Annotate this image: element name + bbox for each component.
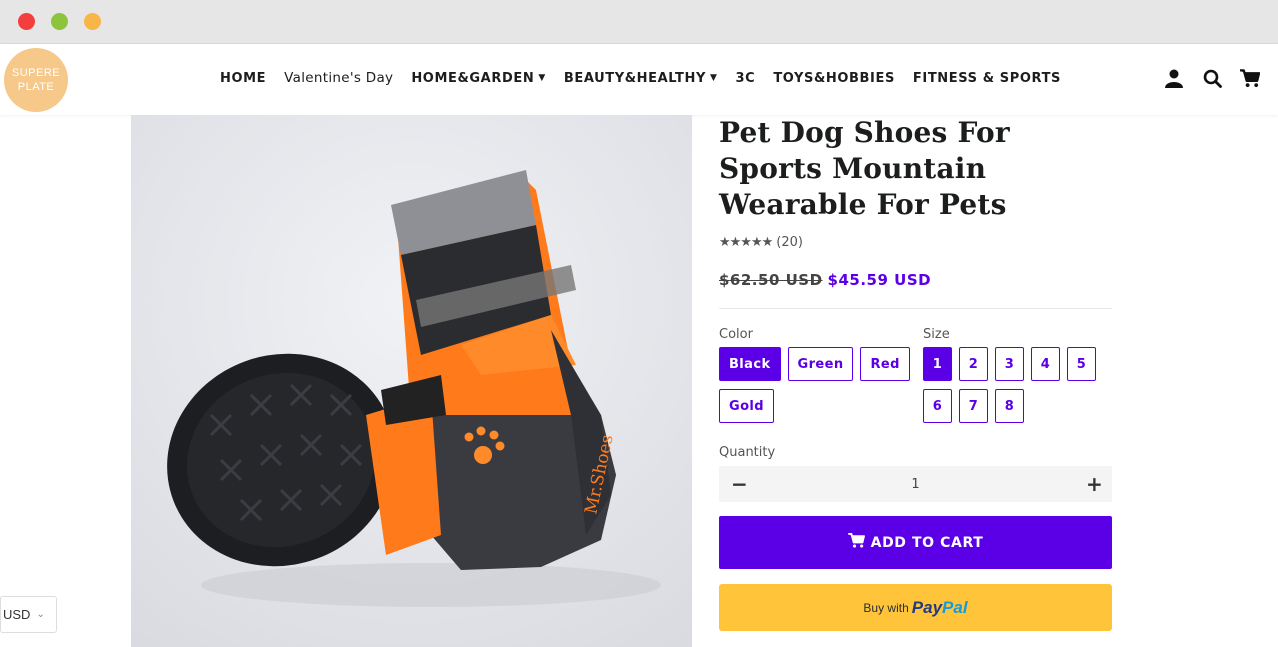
- product-rating[interactable]: ★★★★★ (20): [719, 235, 1112, 250]
- size-swatch-3[interactable]: 3: [995, 347, 1024, 381]
- color-label: Color: [719, 327, 753, 342]
- main-nav: HOME Valentine's Day HOME&GARDEN ▼ BEAUTY…: [220, 70, 1079, 86]
- close-window-button[interactable]: [18, 13, 35, 30]
- color-swatch-gold[interactable]: Gold: [719, 389, 774, 423]
- window-titlebar: [0, 0, 1278, 44]
- nav-item-toys-hobbies[interactable]: TOYS&HOBBIES: [773, 70, 895, 86]
- add-to-cart-button[interactable]: ADD TO CART: [719, 516, 1112, 569]
- nav-item-3c[interactable]: 3C: [736, 70, 756, 86]
- paypal-logo-pay: Pay: [911, 597, 943, 617]
- store-logo[interactable]: SUPERE PLATE: [4, 48, 68, 112]
- size-swatch-5[interactable]: 5: [1067, 347, 1096, 381]
- quantity-input[interactable]: 1: [911, 477, 919, 492]
- site-header: SUPERE PLATE HOME Valentine's Day HOME&G…: [0, 44, 1278, 115]
- nav-item-fitness-sports[interactable]: FITNESS & SPORTS: [913, 70, 1061, 86]
- size-swatch-7[interactable]: 7: [959, 389, 988, 423]
- size-swatch-2[interactable]: 2: [959, 347, 988, 381]
- nav-item-home-garden[interactable]: HOME&GARDEN ▼: [411, 70, 546, 86]
- nav-item-beauty-healthy[interactable]: BEAUTY&HEALTHY ▼: [564, 70, 718, 86]
- header-actions: [1164, 68, 1260, 88]
- logo-line1: SUPERE: [11, 67, 61, 79]
- rating-count: (20): [776, 235, 803, 250]
- variant-options: Color Black Green Red Gold Size 1 2 3 4 …: [719, 327, 1112, 427]
- chevron-down-icon: ⌄: [36, 609, 45, 620]
- chevron-down-icon: ▼: [709, 73, 718, 83]
- size-swatch-8[interactable]: 8: [995, 389, 1024, 423]
- size-swatch-1[interactable]: 1: [923, 347, 952, 381]
- product-title: Pet Dog Shoes For Sports Mountain Wearab…: [719, 116, 1010, 221]
- nav-item-valentines-day[interactable]: Valentine's Day: [284, 70, 393, 86]
- minimize-window-button[interactable]: [51, 13, 68, 30]
- cart-icon: [847, 532, 865, 552]
- product-image[interactable]: Mr.Shoes: [131, 115, 692, 647]
- account-icon[interactable]: [1164, 68, 1184, 88]
- price-row: $62.50 USD $45.59 USD: [719, 271, 1112, 289]
- quantity-decrease-button[interactable]: −: [731, 474, 748, 494]
- paypal-prefix: Buy with: [863, 600, 909, 615]
- paypal-logo-pal: Pal: [942, 597, 968, 617]
- quantity-label: Quantity: [719, 445, 776, 460]
- rating-stars-icon: ★★★★★: [719, 235, 773, 250]
- chevron-down-icon: ▼: [538, 73, 546, 83]
- price-sale: $45.59 USD: [827, 271, 932, 289]
- add-to-cart-label: ADD TO CART: [870, 534, 984, 551]
- price-original: $62.50 USD: [719, 271, 823, 289]
- size-option-group: Size 1 2 3 4 5 6 7 8: [923, 327, 1113, 431]
- quantity-stepper: − 1 +: [719, 466, 1112, 502]
- product-info: Pet Dog Shoes For Sports Mountain Wearab…: [719, 115, 1112, 631]
- size-label: Size: [923, 327, 950, 342]
- size-swatch-4[interactable]: 4: [1031, 347, 1060, 381]
- divider: [719, 308, 1112, 309]
- maximize-window-button[interactable]: [84, 13, 101, 30]
- cart-icon[interactable]: [1240, 68, 1260, 88]
- logo-line2: PLATE: [17, 81, 55, 93]
- currency-value: USD: [3, 607, 31, 622]
- nav-item-home[interactable]: HOME: [220, 70, 266, 86]
- paypal-button[interactable]: Buy with Pay Pal: [719, 584, 1112, 631]
- color-swatch-green[interactable]: Green: [787, 347, 854, 381]
- color-swatch-red[interactable]: Red: [860, 347, 910, 381]
- search-icon[interactable]: [1202, 68, 1222, 88]
- color-option-group: Color Black Green Red Gold: [719, 327, 919, 431]
- color-swatch-black[interactable]: Black: [719, 347, 781, 381]
- currency-selector[interactable]: USD ⌄: [0, 596, 57, 633]
- quantity-increase-button[interactable]: +: [1086, 474, 1103, 494]
- size-swatch-6[interactable]: 6: [923, 389, 952, 423]
